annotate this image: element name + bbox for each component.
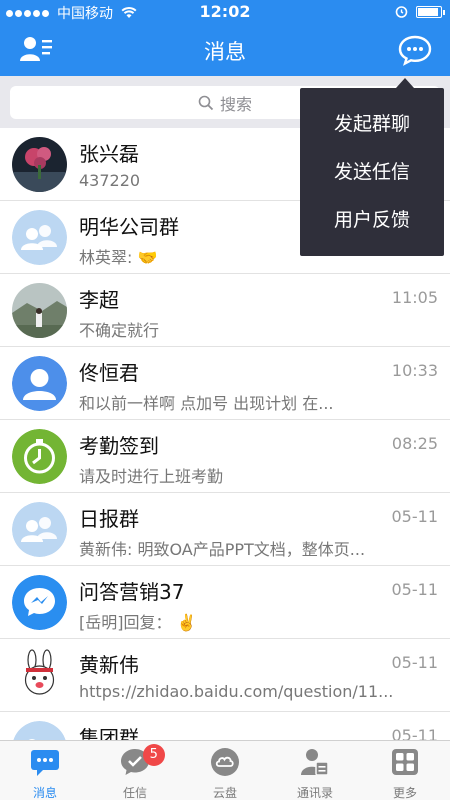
- conversation-time: 11:05: [391, 288, 438, 307]
- nav-bar: 消息: [0, 24, 450, 76]
- conversation-name: 考勤签到: [79, 434, 159, 458]
- dropdown-arrow: [396, 78, 414, 88]
- conversation-name: 黄新伟: [79, 653, 139, 677]
- list-item[interactable]: 黄新伟 https://zhidao.baidu.com/question/11…: [0, 639, 450, 712]
- menu-item-start-group-chat[interactable]: 发起群聊: [300, 100, 444, 148]
- conversation-message: [岳明]回复： ✌️: [79, 613, 197, 632]
- list-item[interactable]: 李超 不确定就行 11:05: [0, 274, 450, 347]
- conversation-message: https://zhidao.baidu.com/question/11...: [79, 682, 394, 701]
- search-icon: [198, 95, 214, 110]
- list-item[interactable]: 问答营销37 [岳明]回复： ✌️ 05-11: [0, 566, 450, 639]
- conversation-name: 李超: [79, 288, 119, 312]
- list-item[interactable]: 日报群 黄新伟: 明致OA产品PPT文档，整体页... 05-11: [0, 493, 450, 566]
- tab-cloud[interactable]: 云盘: [180, 741, 270, 800]
- clock-avatar: [12, 429, 67, 484]
- conversation-time: 05-11: [391, 653, 439, 672]
- person-avatar: [12, 356, 67, 411]
- tab-bar: 消息 5 任信 云盘 通讯录 更多: [0, 740, 450, 800]
- conversation-name: 日报群: [79, 507, 139, 531]
- status-time: 12:02: [199, 2, 251, 21]
- rabbit-avatar: [12, 648, 67, 703]
- tab-renxin[interactable]: 5 任信: [90, 741, 180, 800]
- conversation-message: 黄新伟: 明致OA产品PPT文档，整体页...: [79, 540, 366, 559]
- group-avatar: [12, 502, 67, 557]
- conversation-name: 明华公司群: [79, 215, 179, 239]
- conversation-message: 和以前一样啊 点加号 出现计划 在...: [79, 394, 334, 413]
- conversation-name: 佟恒君: [79, 361, 139, 385]
- tab-messages[interactable]: 消息: [0, 741, 90, 800]
- menu-item-feedback[interactable]: 用户反馈: [300, 196, 444, 244]
- flower-photo-avatar: [12, 137, 67, 192]
- chat-bubble-menu-icon[interactable]: [398, 34, 432, 66]
- conversation-message: 请及时进行上班考勤: [79, 467, 224, 486]
- landscape-photo-avatar: [12, 283, 67, 338]
- unread-badge: 5: [142, 744, 165, 766]
- list-item[interactable]: 考勤签到 请及时进行上班考勤 08:25: [0, 420, 450, 493]
- menu-item-send-renxin[interactable]: 发送任信: [300, 148, 444, 196]
- contacts-icon: [301, 749, 329, 776]
- search-placeholder: 搜索: [219, 94, 252, 114]
- conversation-name: 问答营销37: [79, 580, 185, 604]
- status-bar: 中国移动 12:02: [0, 0, 450, 24]
- chat-avatar: [12, 575, 67, 630]
- conversation-time: 05-11: [391, 507, 439, 526]
- dropdown-menu: 发起群聊 发送任信 用户反馈: [300, 88, 444, 256]
- conversation-time: 08:25: [391, 434, 438, 453]
- more-icon: [392, 749, 418, 775]
- message-icon: [31, 750, 59, 776]
- tab-more[interactable]: 更多: [360, 741, 450, 800]
- list-item[interactable]: 佟恒君 和以前一样啊 点加号 出现计划 在... 10:33: [0, 347, 450, 420]
- group-avatar: [12, 210, 67, 265]
- tab-label: 通讯录: [296, 786, 333, 800]
- conversation-time: 10:33: [391, 361, 438, 380]
- battery-icon: [416, 5, 445, 18]
- conversation-time: 05-11: [391, 580, 439, 599]
- tab-label: 任信: [122, 786, 147, 800]
- status-right: [395, 5, 445, 18]
- conversation-name: 张兴磊: [79, 142, 139, 166]
- tab-label: 消息: [32, 786, 57, 800]
- alarm-icon: [395, 6, 408, 18]
- cloud-icon: [211, 748, 239, 776]
- tab-label: 云盘: [212, 786, 237, 800]
- page-title: 消息: [204, 40, 246, 64]
- conversation-message: 不确定就行: [79, 321, 160, 340]
- tab-label: 更多: [392, 786, 417, 800]
- tab-contacts[interactable]: 通讯录: [270, 741, 360, 800]
